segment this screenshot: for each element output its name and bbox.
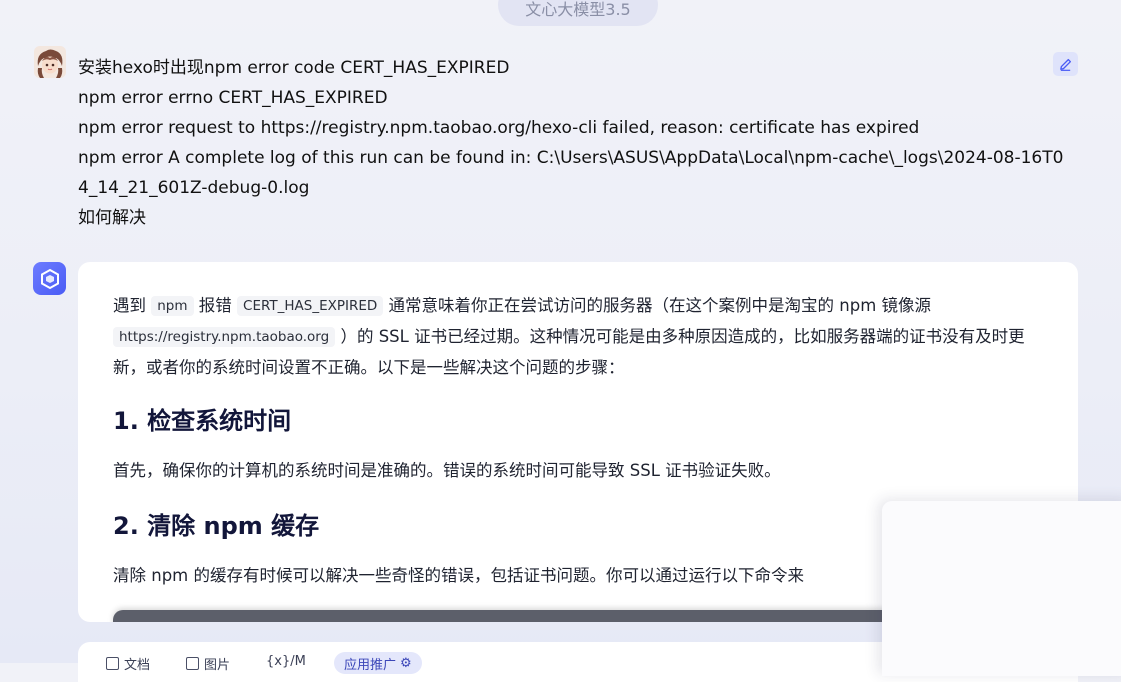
toolbar-pill-label: 应用推广 — [344, 657, 397, 673]
user-message-line: npm error errno CERT_HAS_EXPIRED — [78, 88, 388, 108]
toolbar-label: 图片 — [204, 658, 231, 673]
answer-intro-paragraph: 遇到 npm 报错 CERT_HAS_EXPIRED 通常意味着你正在尝试访问的… — [113, 290, 1043, 383]
assistant-logo-icon — [40, 268, 59, 289]
assistant-avatar — [33, 262, 66, 295]
inline-code: CERT_HAS_EXPIRED — [237, 296, 384, 316]
toolbar-plugin-pill[interactable]: 应用推广 ⚙ — [334, 652, 422, 674]
toolbar-document-button[interactable]: 文档 — [106, 654, 150, 673]
toolbar-image-button[interactable]: 图片 — [186, 654, 230, 673]
user-message-line: npm error request to https://registry.np… — [78, 118, 920, 138]
settings-icon: ⚙ — [400, 655, 412, 671]
toolbar-label: 文档 — [124, 658, 151, 673]
toolbar-label: {x}/M — [266, 654, 306, 669]
user-message-line: npm error A complete log of this run can… — [78, 148, 1064, 168]
user-message-line: 安装hexo时出现npm error code CERT_HAS_EXPIRED — [78, 58, 510, 78]
document-icon — [106, 657, 119, 670]
user-message-line: 如何解决 — [78, 208, 146, 228]
text-span: 通常意味着你正在尝试访问的服务器（在这个案例中是淘宝的 npm 镜像源 — [388, 296, 932, 315]
model-label-pill[interactable]: 文心大模型3.5 — [498, 0, 658, 26]
edit-message-button[interactable] — [1053, 52, 1078, 76]
floating-side-panel — [882, 501, 1121, 676]
image-icon — [186, 657, 199, 670]
section-paragraph: 首先，确保你的计算机的系统时间是准确的。错误的系统时间可能导致 SSL 证书验证… — [113, 461, 781, 480]
toolbar-formula-button[interactable]: {x}/M — [266, 654, 306, 669]
user-avatar — [34, 46, 66, 78]
inline-code: https://registry.npm.taobao.org — [113, 327, 336, 347]
text-span: 报错 — [198, 296, 232, 315]
model-label: 文心大模型3.5 — [525, 0, 631, 19]
section-heading: 1. 检查系统时间 — [113, 407, 292, 435]
user-message: 安装hexo时出现npm error code CERT_HAS_EXPIRED… — [78, 53, 1078, 233]
inline-code: npm — [151, 296, 194, 316]
text-span: 遇到 — [113, 296, 146, 315]
pencil-icon — [1060, 58, 1072, 71]
user-message-line: 4_14_21_601Z-debug-0.log — [78, 178, 310, 198]
